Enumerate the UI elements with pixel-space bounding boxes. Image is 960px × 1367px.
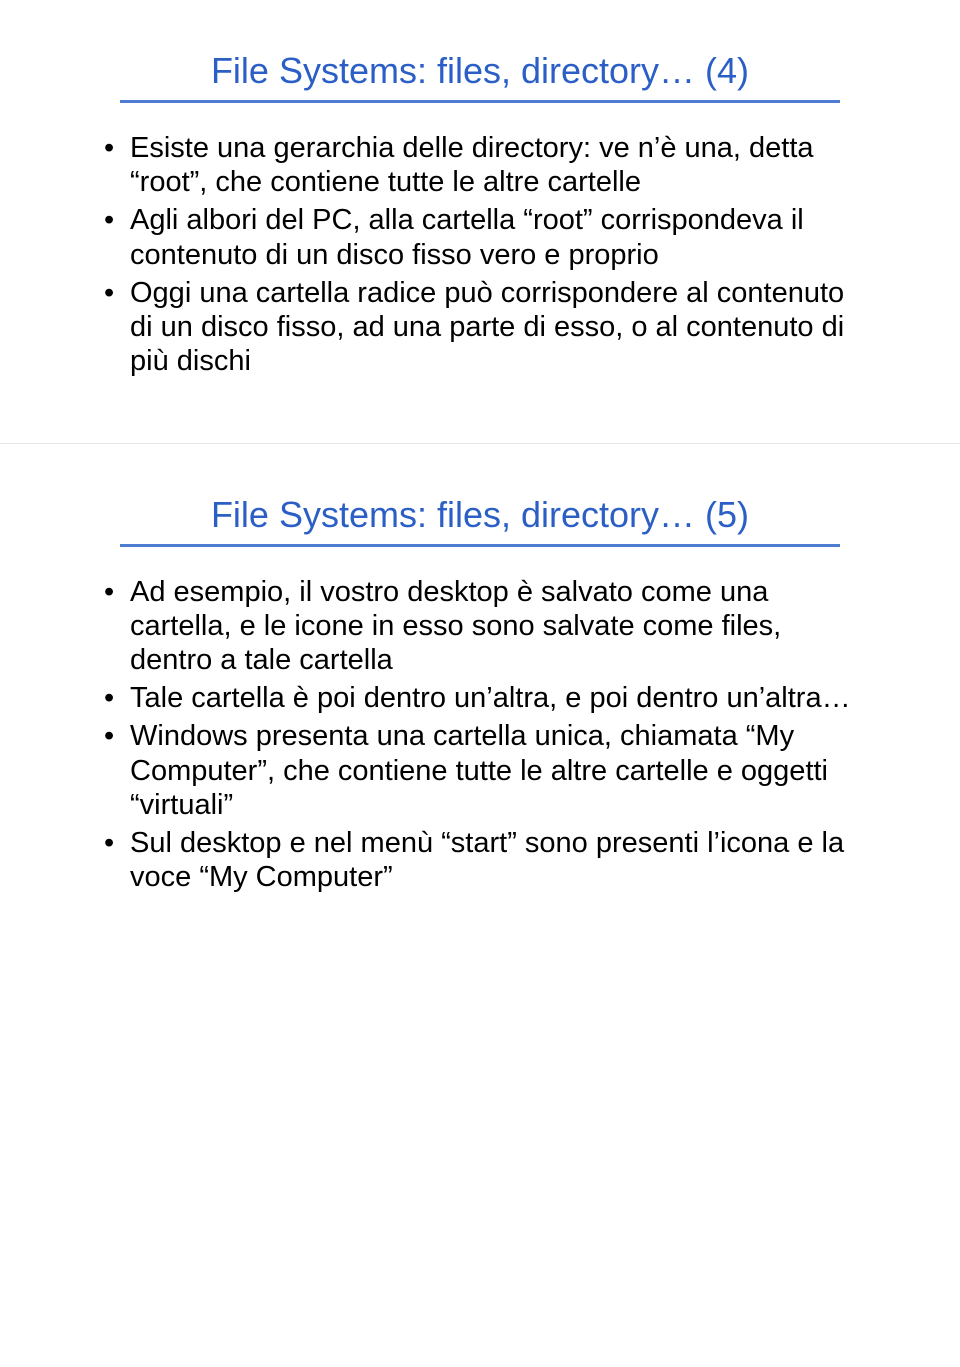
bullet-item: Tale cartella è poi dentro un’altra, e p… xyxy=(100,681,860,715)
bullet-list: Ad esempio, il vostro desktop è salvato … xyxy=(100,575,860,895)
bullet-item: Esiste una gerarchia delle directory: ve… xyxy=(100,131,860,199)
title-rule xyxy=(120,100,840,103)
bullet-item: Ad esempio, il vostro desktop è salvato … xyxy=(100,575,860,678)
slide-title: File Systems: files, directory… (5) xyxy=(100,494,860,536)
bullet-item: Sul desktop e nel menù “start” sono pres… xyxy=(100,826,860,894)
bullet-item: Oggi una cartella radice può corrisponde… xyxy=(100,276,860,379)
page: File Systems: files, directory… (4) Esis… xyxy=(0,0,960,959)
slide-5: File Systems: files, directory… (5) Ad e… xyxy=(0,444,960,959)
bullet-item: Agli albori del PC, alla cartella “root”… xyxy=(100,203,860,271)
slide-title: File Systems: files, directory… (4) xyxy=(100,50,860,92)
bullet-list: Esiste una gerarchia delle directory: ve… xyxy=(100,131,860,379)
bullet-item: Windows presenta una cartella unica, chi… xyxy=(100,719,860,822)
title-rule xyxy=(120,544,840,547)
slide-4: File Systems: files, directory… (4) Esis… xyxy=(0,0,960,443)
